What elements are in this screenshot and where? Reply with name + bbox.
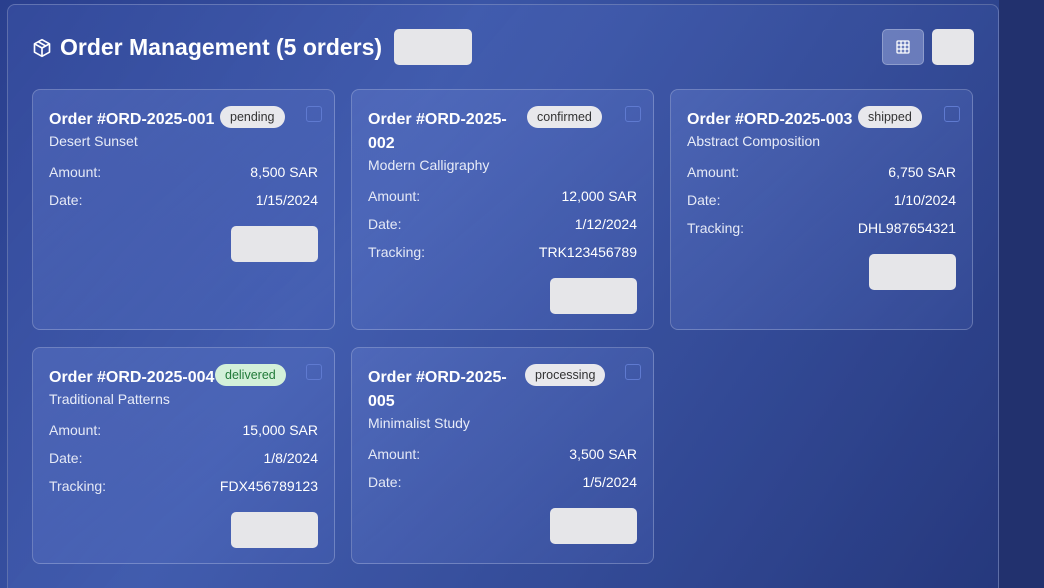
order-action-button[interactable] [550, 508, 637, 544]
amount-label: Amount: [49, 164, 102, 180]
date-value: 1/10/2024 [893, 192, 956, 208]
date-row: Date: 1/5/2024 [368, 474, 637, 494]
status-badge: pending [220, 106, 285, 128]
tracking-row: Tracking: TRK123456789 [368, 244, 637, 264]
order-title: Order #ORD-2025-001 [49, 111, 215, 128]
product-name: Traditional Patterns [49, 391, 170, 407]
date-label: Date: [368, 474, 402, 490]
amount-value: 8,500 SAR [250, 164, 318, 180]
tracking-label: Tracking: [49, 478, 107, 494]
status-badge: shipped [858, 106, 922, 128]
product-name: Desert Sunset [49, 133, 138, 149]
select-checkbox[interactable] [306, 364, 322, 380]
date-value: 1/8/2024 [263, 450, 319, 466]
date-row: Date: 1/12/2024 [368, 216, 637, 236]
date-label: Date: [49, 192, 83, 208]
select-checkbox[interactable] [625, 364, 641, 380]
amount-row: Amount: 8,500 SAR [49, 164, 318, 184]
date-label: Date: [687, 192, 721, 208]
select-checkbox[interactable] [944, 106, 960, 122]
amount-label: Amount: [687, 164, 740, 180]
date-label: Date: [368, 216, 402, 232]
order-card: Order #ORD-2025-001 pending Desert Sunse… [32, 89, 335, 330]
amount-row: Amount: 15,000 SAR [49, 422, 318, 442]
product-name: Minimalist Study [368, 415, 470, 431]
order-card: Order #ORD-2025-005 processing Minimalis… [351, 347, 654, 564]
package-icon [33, 38, 51, 58]
order-title: Order #ORD-2025-005 [368, 369, 507, 410]
date-row: Date: 1/15/2024 [49, 192, 318, 212]
order-title: Order #ORD-2025-004 [49, 369, 215, 386]
order-action-button[interactable] [550, 278, 637, 314]
header-action-button[interactable] [394, 29, 472, 65]
date-label: Date: [49, 450, 83, 466]
amount-row: Amount: 6,750 SAR [687, 164, 956, 184]
order-action-button[interactable] [869, 254, 956, 290]
grid-icon [896, 40, 910, 54]
tracking-value: TRK123456789 [538, 244, 637, 260]
order-card: Order #ORD-2025-003 shipped Abstract Com… [670, 89, 973, 330]
tracking-row: Tracking: FDX456789123 [49, 478, 318, 498]
product-name: Abstract Composition [687, 133, 821, 149]
order-card: Order #ORD-2025-002 confirmed Modern Cal… [351, 89, 654, 330]
date-value: 1/12/2024 [574, 216, 637, 232]
date-value: 1/15/2024 [255, 192, 318, 208]
grid-view-button[interactable] [882, 29, 924, 65]
order-title: Order #ORD-2025-002 [368, 111, 507, 152]
order-action-button[interactable] [231, 512, 318, 548]
amount-row: Amount: 3,500 SAR [368, 446, 637, 466]
status-badge: processing [525, 364, 606, 386]
tracking-label: Tracking: [687, 220, 745, 236]
amount-value: 12,000 SAR [561, 188, 638, 204]
order-title: Order #ORD-2025-003 [687, 111, 853, 128]
right-edge-strip [999, 0, 1044, 588]
amount-label: Amount: [368, 446, 421, 462]
list-view-button[interactable] [932, 29, 974, 65]
tracking-value: FDX456789123 [219, 478, 318, 494]
product-name: Modern Calligraphy [368, 157, 490, 173]
select-checkbox[interactable] [306, 106, 322, 122]
amount-value: 15,000 SAR [242, 422, 319, 438]
tracking-label: Tracking: [368, 244, 426, 260]
status-badge: confirmed [527, 106, 602, 128]
status-badge: delivered [215, 364, 286, 386]
amount-value: 6,750 SAR [888, 164, 956, 180]
date-row: Date: 1/10/2024 [687, 192, 956, 212]
amount-value: 3,500 SAR [569, 446, 637, 462]
amount-label: Amount: [368, 188, 421, 204]
date-value: 1/5/2024 [582, 474, 638, 490]
tracking-row: Tracking: DHL987654321 [687, 220, 956, 240]
date-row: Date: 1/8/2024 [49, 450, 318, 470]
amount-label: Amount: [49, 422, 102, 438]
amount-row: Amount: 12,000 SAR [368, 188, 637, 208]
order-action-button[interactable] [231, 226, 318, 262]
order-card: Order #ORD-2025-004 delivered Traditiona… [32, 347, 335, 564]
tracking-value: DHL987654321 [857, 220, 956, 236]
page-title: Order Management (5 orders) [60, 34, 383, 60]
select-checkbox[interactable] [625, 106, 641, 122]
